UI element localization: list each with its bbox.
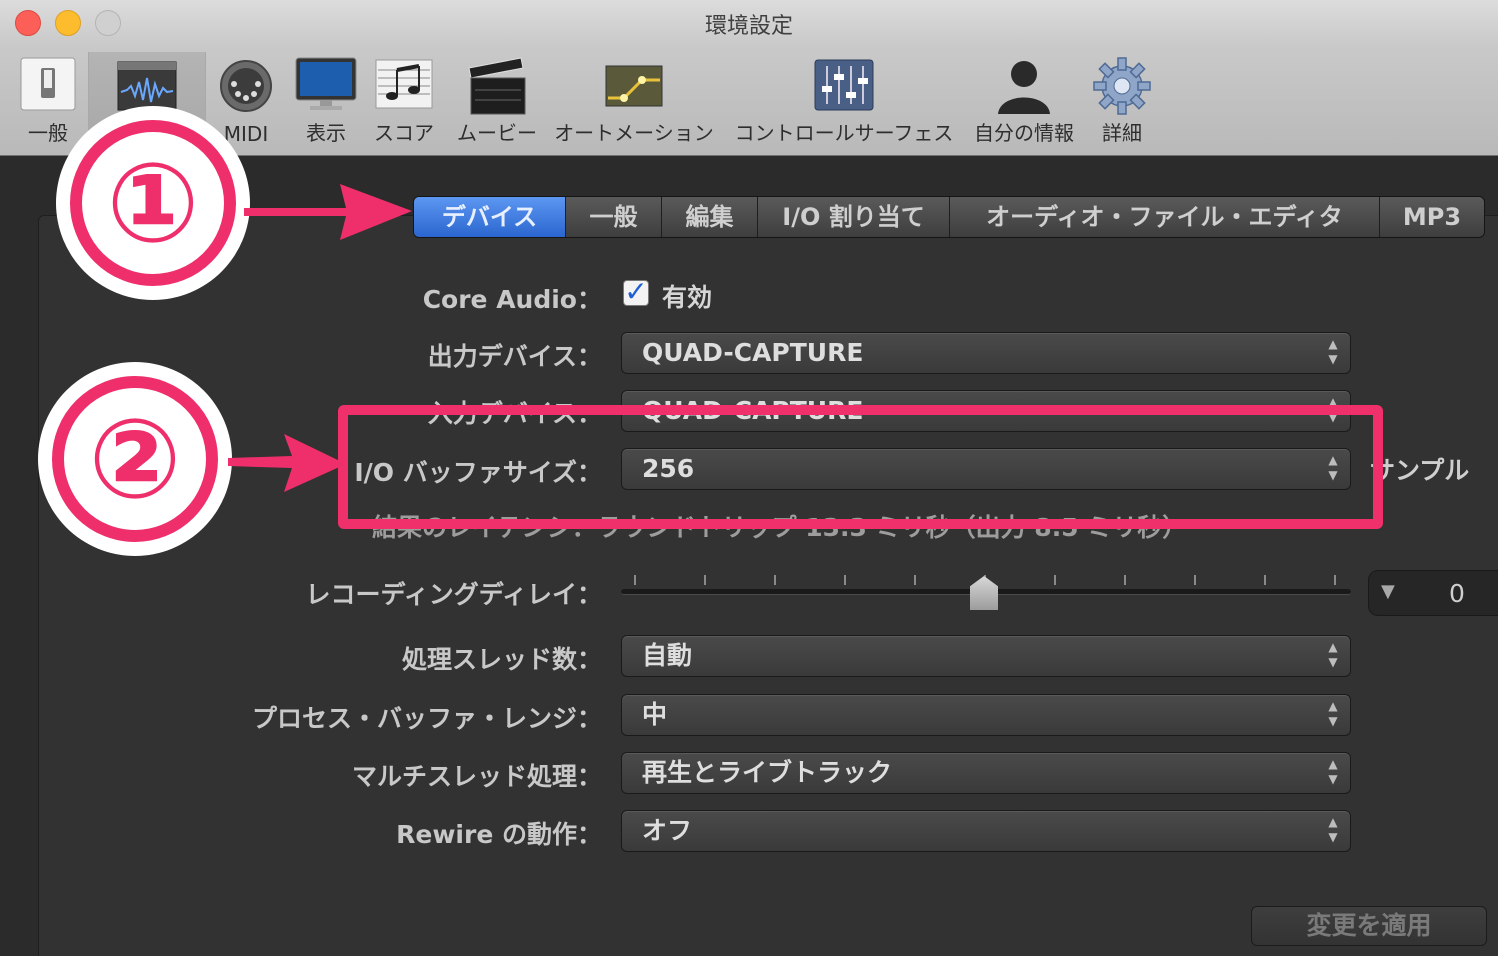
tab-bar: デバイス 一般 編集 I/O 割り当て オーディオ・ファイル・エディタ MP3 — [413, 196, 1485, 238]
toolbar-label: スコア — [374, 121, 434, 145]
slider-tick — [844, 575, 846, 585]
clapperboard-icon — [467, 56, 527, 120]
toolbar-item-general[interactable]: 一般 — [8, 52, 88, 156]
buffer-unit-label: サンプル — [1370, 456, 1470, 485]
core-audio-label: Core Audio： — [422, 285, 602, 314]
output-device-select[interactable]: QUAD-CAPTURE ▲ ▼ — [621, 332, 1351, 374]
process-buffer-range-label: プロセス・バッファ・レンジ： — [251, 704, 602, 733]
toolbar-label: コントロールサーフェス — [734, 121, 954, 145]
annotation-highlight-box — [338, 405, 1383, 529]
rewire-behavior-select[interactable]: オフ ▲ ▼ — [621, 810, 1351, 852]
popup-arrows-icon: ▲ ▼ — [1328, 757, 1338, 786]
core-audio-checkbox[interactable]: ✓ — [623, 278, 649, 306]
multithreading-label: マルチスレッド処理： — [351, 762, 602, 791]
apply-changes-button[interactable]: 変更を適用 — [1251, 906, 1487, 946]
output-device-label: 出力デバイス： — [427, 342, 602, 371]
slider-tick — [1124, 575, 1126, 585]
toolbar-item-midi[interactable]: MIDI — [210, 52, 282, 156]
multithreading-value: 再生とライブトラック — [642, 758, 893, 787]
faders-icon — [813, 56, 875, 116]
core-audio-checkbox-label: 有効 — [662, 283, 713, 312]
gear-icon — [1092, 56, 1152, 120]
popup-arrows-icon: ▲ ▼ — [1328, 337, 1338, 366]
slider-tick — [774, 575, 776, 585]
processing-threads-select[interactable]: 自動 ▲ ▼ — [621, 635, 1351, 677]
midi-connector-icon — [218, 56, 274, 116]
annotation-arrow-1 — [244, 184, 412, 240]
tab-devices[interactable]: デバイス — [414, 197, 566, 237]
slider-tick — [1194, 575, 1196, 585]
automation-icon — [604, 56, 664, 116]
tab-io-assignments[interactable]: I/O 割り当て — [758, 197, 950, 237]
tab-general[interactable]: 一般 — [566, 197, 662, 237]
recording-delay-value: 0 — [1449, 579, 1465, 608]
toolbar-item-automation[interactable]: オートメーション — [552, 52, 716, 156]
person-icon — [994, 56, 1054, 118]
chevron-down-icon[interactable]: ▼ — [1381, 581, 1395, 602]
score-icon — [374, 56, 434, 116]
toolbar-label: 表示 — [306, 121, 346, 145]
tab-audio-file-editor[interactable]: オーディオ・ファイル・エディタ — [950, 197, 1380, 237]
process-buffer-range-value: 中 — [642, 700, 668, 729]
toolbar-item-display[interactable]: 表示 — [290, 52, 362, 156]
annotation-badge-2-number: ② — [52, 376, 218, 542]
toolbar-label: 一般 — [28, 121, 68, 145]
annotation-badge-1: ① — [62, 112, 244, 294]
toolbar-label: 詳細 — [1102, 121, 1142, 145]
window-titlebar: 環境設定 一般 MIDI 表示 スコア ムービー オートメーション コントロール… — [0, 0, 1498, 156]
toolbar-label: ムービー — [457, 121, 537, 145]
popup-arrows-icon: ▲ ▼ — [1328, 640, 1338, 669]
toolbar-item-advanced[interactable]: 詳細 — [1088, 52, 1156, 156]
annotation-badge-2: ② — [44, 368, 226, 550]
switch-icon — [19, 56, 77, 116]
rewire-behavior-value: オフ — [642, 816, 693, 845]
slider-tick — [634, 575, 636, 585]
slider-tick — [704, 575, 706, 585]
tab-editing[interactable]: 編集 — [662, 197, 758, 237]
toolbar-item-movie[interactable]: ムービー — [452, 52, 542, 156]
slider-tick — [1054, 575, 1056, 585]
monitor-icon — [294, 56, 358, 116]
toolbar-label: オートメーション — [554, 121, 714, 145]
processing-threads-value: 自動 — [642, 641, 693, 670]
output-device-value: QUAD-CAPTURE — [642, 338, 864, 367]
toolbar-item-score[interactable]: スコア — [368, 52, 440, 156]
slider-tick — [914, 575, 916, 585]
annotation-badge-1-number: ① — [70, 120, 236, 286]
popup-arrows-icon: ▲ ▼ — [1328, 699, 1338, 728]
rewire-behavior-label: Rewire の動作： — [396, 820, 602, 849]
multithreading-select[interactable]: 再生とライブトラック ▲ ▼ — [621, 752, 1351, 794]
waveform-icon — [117, 56, 177, 116]
processing-threads-label: 処理スレッド数： — [401, 645, 602, 674]
window-title: 環境設定 — [704, 14, 793, 39]
recording-delay-stepper[interactable]: ▼ 0 — [1368, 570, 1498, 616]
process-buffer-range-select[interactable]: 中 ▲ ▼ — [621, 694, 1351, 736]
annotation-arrow-2 — [228, 434, 346, 492]
popup-arrows-icon: ▲ ▼ — [1328, 815, 1338, 844]
recording-delay-label: レコーディングディレイ： — [305, 580, 602, 609]
tab-mp3[interactable]: MP3 — [1380, 197, 1484, 237]
toolbar-item-control-surfaces[interactable]: コントロールサーフェス — [730, 52, 958, 156]
toolbar-label: 自分の情報 — [974, 121, 1074, 145]
toolbar-item-my-info[interactable]: 自分の情報 — [968, 52, 1080, 156]
slider-tick — [1334, 575, 1336, 585]
slider-tick — [1264, 575, 1266, 585]
